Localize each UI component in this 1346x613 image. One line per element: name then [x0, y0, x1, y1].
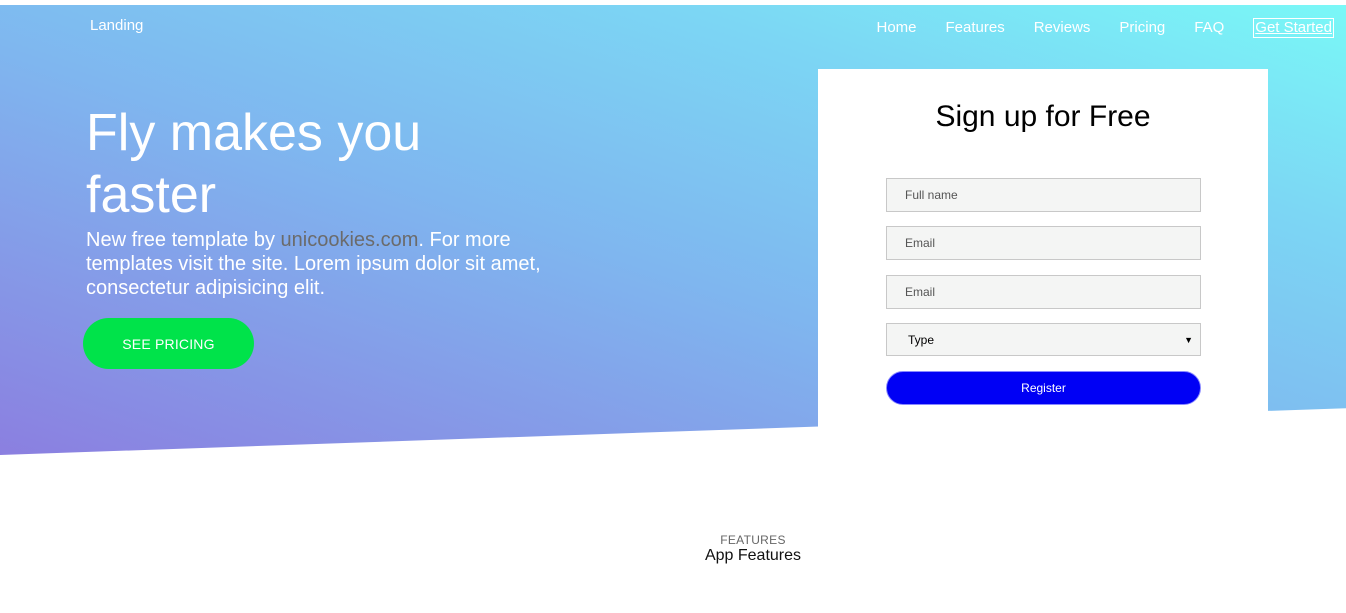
unicookies-link[interactable]: unicookies.com	[281, 229, 419, 251]
hero-text-before: New free template by	[86, 229, 281, 251]
email-confirm-input[interactable]	[886, 275, 1201, 309]
top-nav: Home Features Reviews Pricing FAQ Get St…	[848, 18, 1334, 38]
nav-home[interactable]: Home	[877, 19, 917, 37]
hero-title: Fly makes you faster	[86, 104, 422, 224]
hero-description: New free template by unicookies.com. For…	[86, 228, 576, 300]
signup-title: Sign up for Free	[935, 100, 1151, 133]
register-button[interactable]: Register	[886, 371, 1201, 405]
see-pricing-button[interactable]: SEE PRICING	[83, 318, 254, 369]
nav-features[interactable]: Features	[946, 19, 1005, 37]
nav-pricing[interactable]: Pricing	[1119, 19, 1165, 37]
type-select[interactable]: Type ▼	[886, 323, 1201, 356]
nav-reviews[interactable]: Reviews	[1034, 19, 1091, 37]
features-title: App Features	[704, 547, 802, 564]
nav-faq[interactable]: FAQ	[1194, 19, 1224, 37]
nav-get-started[interactable]: Get Started	[1253, 18, 1334, 38]
brand-logo[interactable]: Landing	[90, 17, 143, 34]
full-name-input[interactable]	[886, 178, 1201, 212]
email-input[interactable]	[886, 226, 1201, 260]
type-select-value: Type	[908, 332, 935, 347]
caret-down-icon: ▼	[1184, 334, 1193, 345]
signup-card: Sign up for Free Type ▼ Register	[818, 69, 1268, 441]
features-eyebrow: FEATURES	[720, 533, 786, 547]
